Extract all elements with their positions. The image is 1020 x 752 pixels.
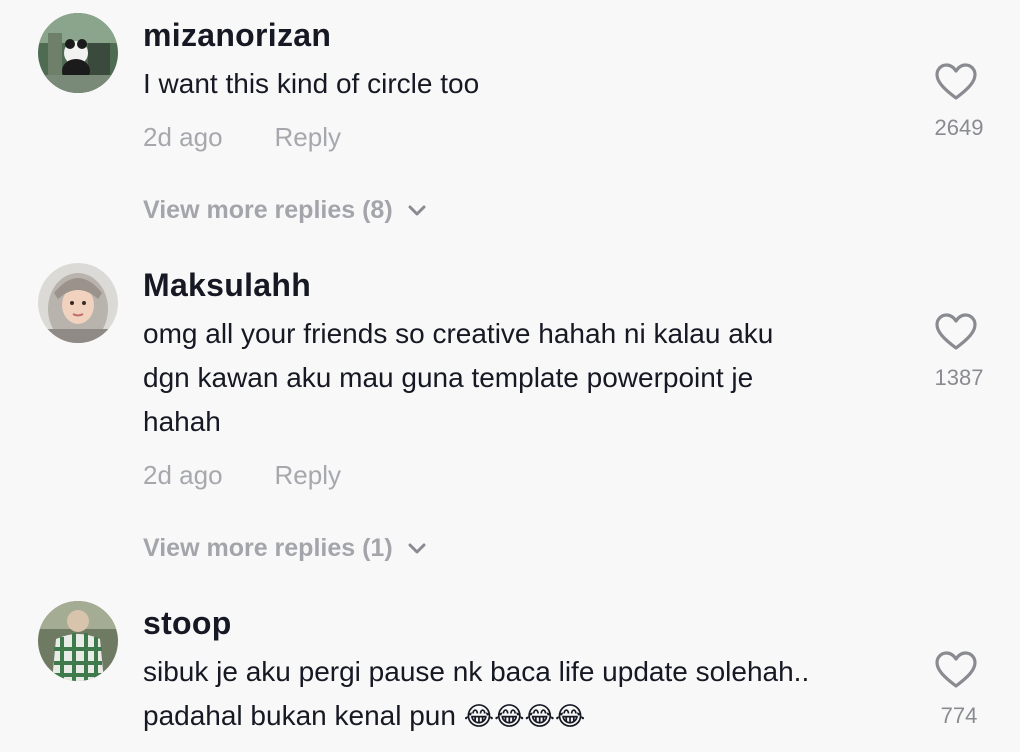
username[interactable]: stoop [143, 605, 232, 642]
view-more-replies-button[interactable]: View more replies (8) [143, 196, 427, 225]
timestamp: 2d ago [143, 460, 223, 490]
username[interactable]: mizanorizan [143, 17, 331, 54]
plaid-shirt-photo-avatar-icon [38, 601, 118, 681]
laughing-emoji: 😂😂😂😂 [463, 701, 586, 731]
like-button[interactable] [934, 650, 978, 690]
timestamp: 2d ago [143, 122, 223, 152]
like-count: 1387 [934, 365, 984, 390]
chevron-down-icon [408, 205, 426, 215]
reply-button[interactable]: Reply [275, 460, 341, 490]
reply-button[interactable]: Reply [275, 122, 341, 152]
comment-text: omg all your friends so creative hahah n… [143, 312, 903, 444]
like-button[interactable] [934, 312, 978, 352]
heart-outline-icon [935, 313, 977, 350]
view-more-replies-label: View more replies (1) [143, 534, 393, 562]
heart-outline-icon [935, 63, 977, 100]
comment-meta: 2d ago Reply [143, 460, 341, 491]
avatar[interactable] [38, 263, 118, 343]
view-more-replies-label: View more replies (8) [143, 196, 393, 224]
like-button[interactable] [934, 62, 978, 102]
like-count: 774 [940, 703, 978, 728]
comment-text-line: omg all your friends so creative hahah n… [143, 318, 774, 349]
comment-text-line: padahal bukan kenal pun 😂😂😂😂 [143, 694, 903, 738]
comment-text-line: sibuk je aku pergi pause nk baca life up… [143, 656, 810, 687]
hijab-girl-photo-avatar-icon [38, 263, 118, 343]
avatar[interactable] [38, 601, 118, 681]
comment-text: sibuk je aku pergi pause nk baca life up… [143, 650, 903, 738]
comment-meta: 2d ago Reply [143, 122, 341, 153]
view-more-replies-button[interactable]: View more replies (1) [143, 534, 427, 563]
like-count: 2649 [934, 115, 984, 140]
chevron-down-icon [408, 543, 426, 553]
comment-text-segment: padahal bukan kenal pun [143, 700, 464, 731]
avatar[interactable] [38, 13, 118, 93]
username[interactable]: Maksulahh [143, 267, 311, 304]
comment-text-line: hahah [143, 406, 221, 437]
comment-text: I want this kind of circle too [143, 68, 480, 99]
panda-photo-avatar-icon [38, 13, 118, 93]
comment-text-line: dgn kawan aku mau guna template powerpoi… [143, 362, 754, 393]
heart-outline-icon [935, 651, 977, 688]
